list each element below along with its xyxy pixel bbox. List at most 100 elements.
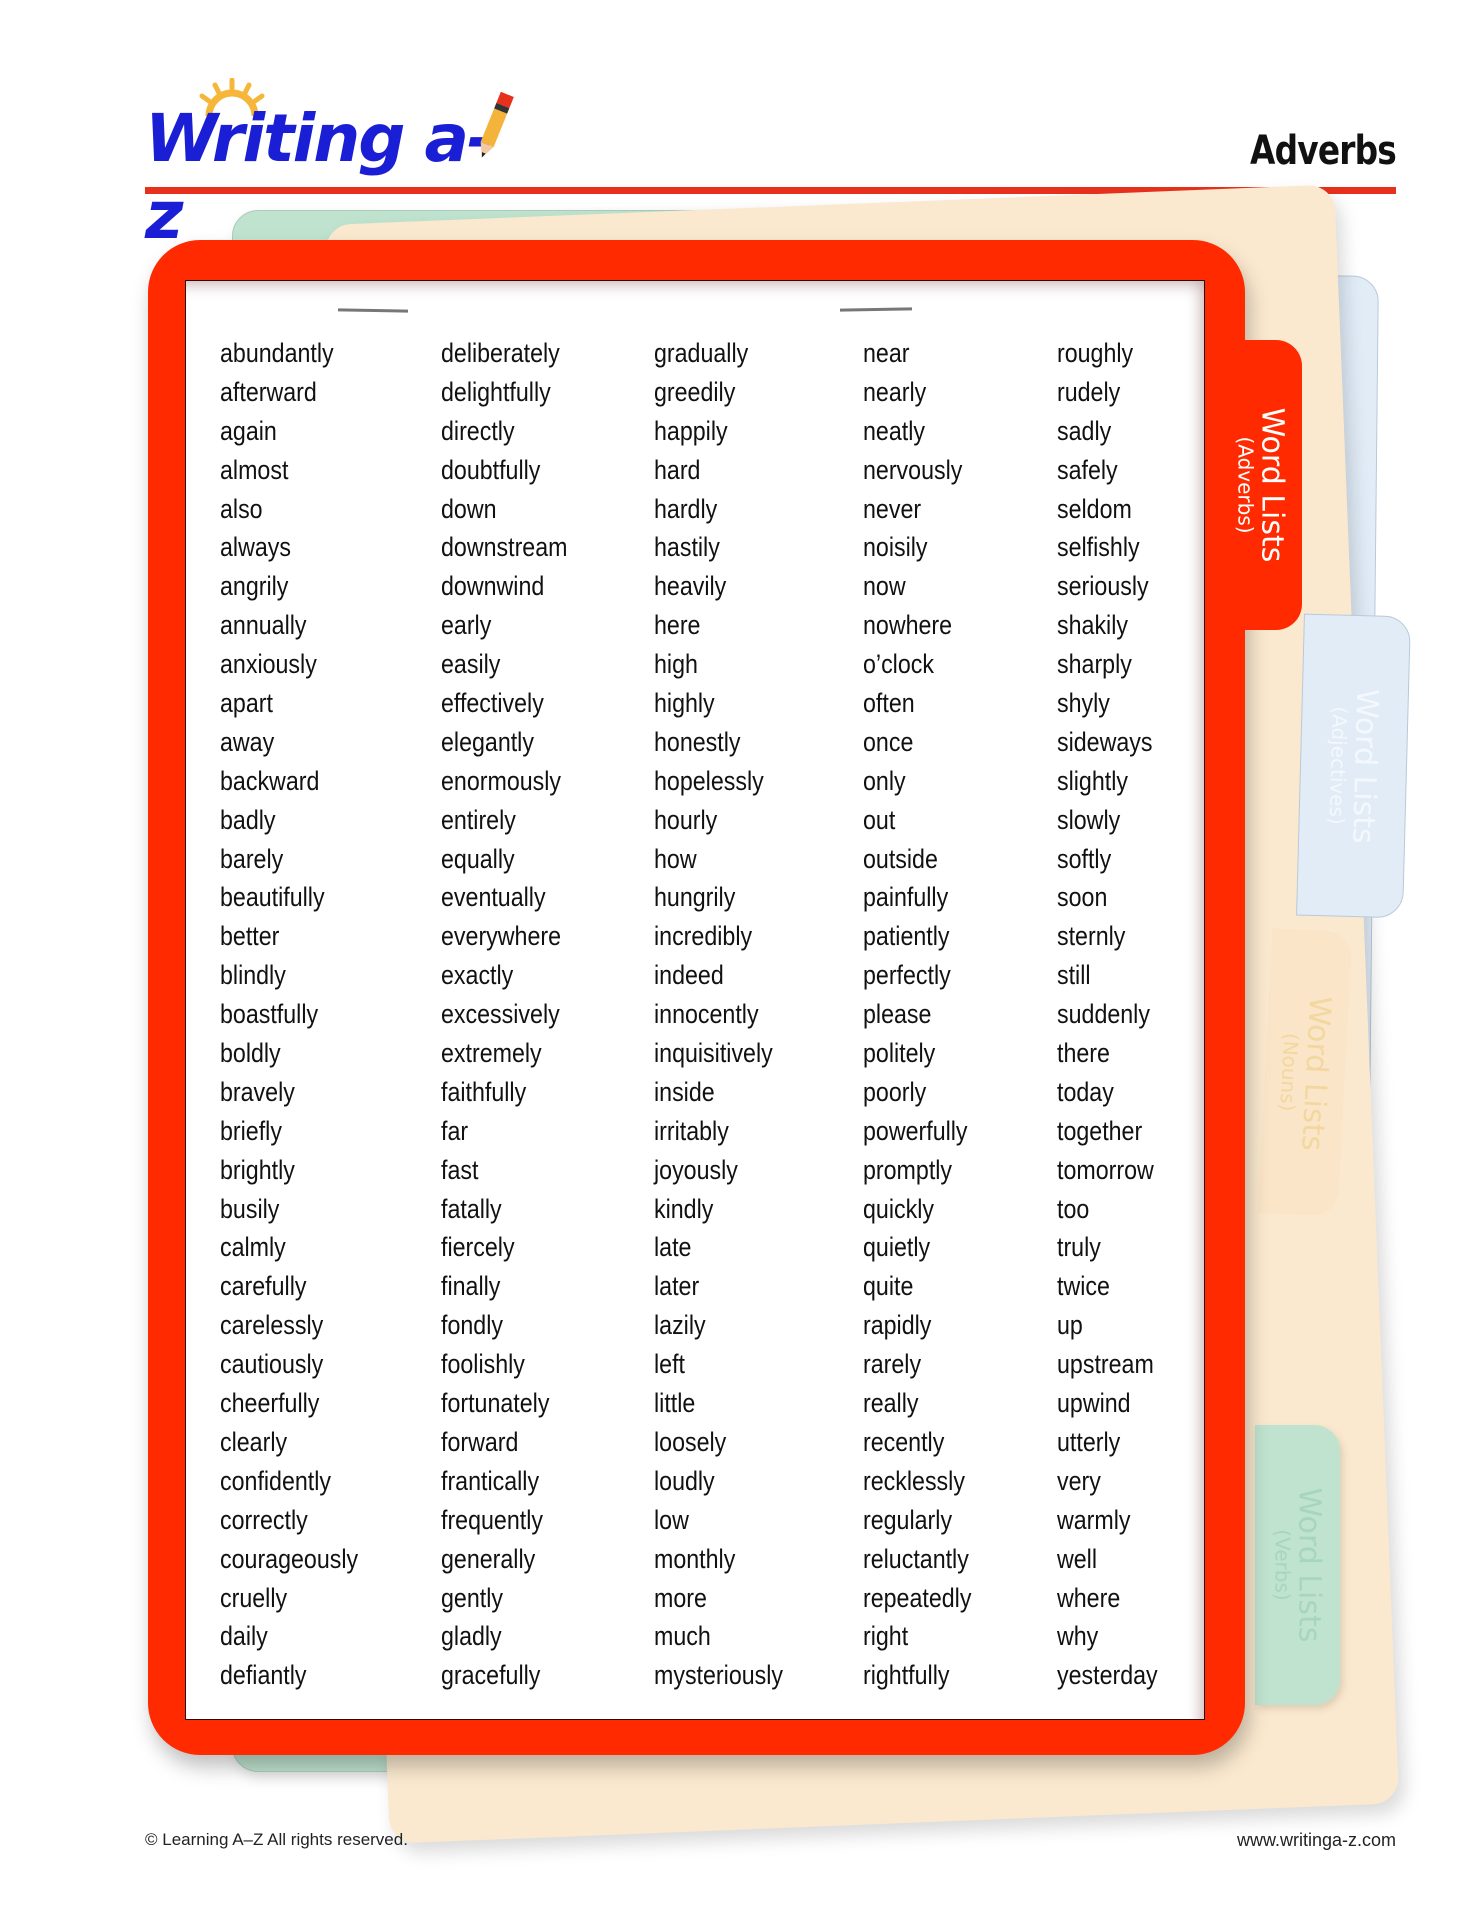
word-list-item: never (863, 493, 922, 524)
word-list-item: beautifully (220, 882, 325, 913)
word-list-item: irritably (654, 1115, 729, 1146)
word-list-item: excessively (441, 999, 560, 1030)
word-list-item: how (654, 843, 697, 874)
word-list-item: today (1057, 1076, 1114, 1107)
word-list-item: very (1057, 1465, 1101, 1496)
word-list-item: cruelly (220, 1582, 288, 1613)
word-list-item: now (863, 571, 906, 602)
word-list-item: sideways (1057, 726, 1153, 757)
tab-nouns-label: Word Lists (Nouns) (1275, 994, 1338, 1152)
word-list-item: delightfully (441, 376, 551, 407)
word-list-item: cheerfully (220, 1388, 320, 1419)
word-list-item: hastily (654, 532, 720, 563)
word-list-item: finally (441, 1271, 501, 1302)
word-list-item: afterward (220, 376, 317, 407)
word-list-item: neatly (863, 415, 925, 446)
word-list-item: backward (220, 765, 320, 796)
footer-website-link[interactable]: www.writinga-z.com (1237, 1830, 1396, 1851)
word-list-item: well (1057, 1543, 1098, 1574)
tab-nouns-main: Word Lists (1294, 994, 1338, 1152)
word-list-item: politely (863, 1038, 936, 1069)
word-list-item: entirely (441, 804, 516, 835)
word-list-item: annually (220, 610, 307, 641)
word-list-item: safely (1057, 454, 1118, 485)
word-list-item: hopelessly (654, 765, 764, 796)
word-list-item: confidently (220, 1465, 332, 1496)
word-list-item: briefly (220, 1115, 282, 1146)
word-list-item: why (1057, 1621, 1099, 1652)
word-column-5: roughly rudely sadly safely seldom selfishly s… (1057, 334, 1174, 1695)
word-list-item: everywhere (441, 921, 562, 952)
word-list-item: seriously (1057, 571, 1149, 602)
word-list-item: quite (863, 1271, 914, 1302)
word-list-item: fatally (441, 1193, 502, 1224)
word-list-item: too (1057, 1193, 1090, 1224)
word-list-item: outside (863, 843, 938, 874)
tab-adverbs[interactable]: Word Lists (Adverbs) (1220, 340, 1302, 630)
word-list-item: down (441, 493, 497, 524)
tab-adjectives[interactable]: Word Lists (Adjectives) (1296, 613, 1411, 919)
word-list-item: effectively (441, 688, 544, 719)
word-list-item: shakily (1057, 610, 1128, 641)
word-list-item: enormously (441, 765, 562, 796)
word-list-item: indeed (654, 960, 724, 991)
word-list-item: poorly (863, 1076, 927, 1107)
word-list-item: honestly (654, 726, 741, 757)
word-list-item: fortunately (441, 1388, 550, 1419)
word-list-item: noisily (863, 532, 928, 563)
word-list-item: still (1057, 960, 1091, 991)
word-list-item: quietly (863, 1232, 931, 1263)
word-list-item: inquisitively (654, 1038, 773, 1069)
word-list-item: later (654, 1271, 700, 1302)
word-list-item: again (220, 415, 277, 446)
word-list-item: right (863, 1621, 909, 1652)
word-list-item: clearly (220, 1426, 288, 1457)
word-list-item: there (1057, 1038, 1110, 1069)
word-list-item: slightly (1057, 765, 1128, 796)
word-list-item: rapidly (863, 1310, 932, 1341)
word-list-item: near (863, 338, 910, 368)
word-list-item: badly (220, 804, 276, 835)
word-list-item: slowly (1057, 804, 1121, 835)
word-list-item: heavily (654, 571, 727, 602)
word-list-item: quickly (863, 1193, 934, 1224)
word-list-item: busily (220, 1193, 280, 1224)
word-list-item: fondly (441, 1310, 503, 1341)
pencil-icon (480, 91, 514, 158)
word-list-item: forward (441, 1426, 519, 1457)
word-list-item: innocently (654, 999, 759, 1030)
word-list-item: monthly (654, 1543, 736, 1574)
word-column-2: deliberately delightfully directly doubtful… (441, 334, 588, 1695)
word-list-item: gradually (654, 338, 749, 368)
word-list-item: recently (863, 1426, 945, 1457)
word-list-item: courageously (220, 1543, 359, 1574)
word-list-item: blindly (220, 960, 286, 991)
word-list-item: painfully (863, 882, 949, 913)
tab-verbs[interactable]: Word Lists (Verbs) (1255, 1425, 1340, 1705)
word-list-item: rightfully (863, 1660, 950, 1691)
tab-verbs-label: Word Lists (Verbs) (1270, 1488, 1326, 1643)
word-list-item: loudly (654, 1465, 715, 1496)
page-title: Adverbs (1250, 128, 1397, 174)
word-list-item: brightly (220, 1154, 295, 1185)
word-list-item: promptly (863, 1154, 953, 1185)
word-list-item: calmly (220, 1232, 286, 1263)
word-list-item: warmly (1057, 1504, 1131, 1535)
word-list-item: joyously (654, 1154, 738, 1185)
word-list-item: defiantly (220, 1660, 307, 1691)
word-list-item: softly (1057, 843, 1112, 874)
writing-a-z-logo: Writing a-z (145, 78, 525, 254)
word-list-item: away (220, 726, 275, 757)
word-list-item: daily (220, 1621, 268, 1652)
word-list-item: sternly (1057, 921, 1126, 952)
word-list-item: often (863, 688, 915, 719)
word-list-item: nowhere (863, 610, 953, 641)
word-list-item: boldly (220, 1038, 281, 1069)
word-list-item: greedily (654, 376, 736, 407)
word-list-item: rarely (863, 1349, 922, 1380)
word-list-item: really (863, 1388, 919, 1419)
word-list-item: regularly (863, 1504, 953, 1535)
tab-nouns[interactable]: Word Lists (Nouns) (1257, 928, 1353, 1217)
word-list-item: frequently (441, 1504, 543, 1535)
word-list-item: out (863, 804, 896, 835)
